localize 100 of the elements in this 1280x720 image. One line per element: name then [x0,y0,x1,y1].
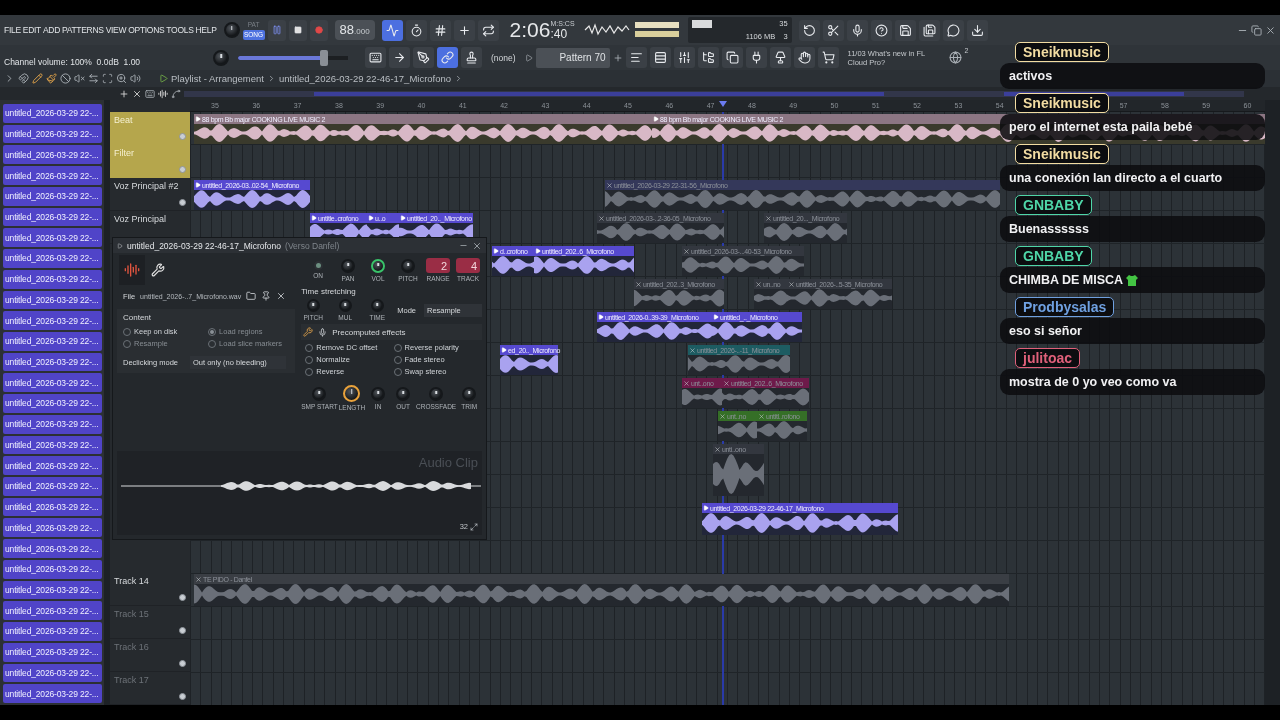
pencil-icon[interactable] [32,73,43,84]
toolbar-button[interactable] [625,47,647,68]
toolbar-button[interactable] [649,47,671,68]
picker-item[interactable]: untitled_2026-03-29 22-... [3,497,102,517]
picker-item[interactable]: untitled_2026-03-29 22-... [3,435,102,455]
knob[interactable] [371,258,385,273]
breadcrumb-item[interactable]: untitled_2026-03-29 22-46-17_Microfono [278,73,452,84]
picker-item[interactable]: untitled_2026-03-29 22-... [3,145,102,165]
picker-item[interactable]: untitled_2026-03-29 22-... [3,331,102,351]
toolbar-button[interactable] [389,47,410,68]
toolbar-button[interactable] [721,47,743,68]
scrollbar[interactable] [1265,100,1280,705]
menu-item[interactable]: ADD [42,25,60,35]
mute-switch[interactable] [179,198,186,206]
picker-item[interactable]: untitled_2026-03-29 22-... [3,518,102,538]
toolbar-button[interactable] [461,47,482,68]
knob[interactable] [338,299,352,312]
picker-item[interactable]: untitled_2026-03-29 22-... [3,642,102,662]
slider-thumb[interactable] [320,49,329,66]
toolbar-button[interactable] [966,19,988,41]
picker-item[interactable]: untitled_2026-03-29 22-... [3,186,102,206]
picker-item[interactable]: untitled_2026-03-29 22-... [3,104,102,123]
toolbar-button[interactable] [817,47,839,68]
mute-switch[interactable] [179,165,186,173]
picker-item[interactable]: untitled_2026-03-29 22-... [3,124,102,144]
menu-item[interactable]: HELP [195,25,217,35]
menu-item[interactable]: EDIT [22,25,41,35]
menu-item[interactable]: VIEW [105,25,127,35]
knob[interactable] [401,258,415,273]
knob[interactable] [371,386,386,401]
restore-icon[interactable] [1251,24,1262,36]
knob[interactable] [396,386,411,401]
toolbar-button[interactable] [453,19,475,41]
picker-item[interactable]: untitled_2026-03-29 22-... [3,601,102,621]
pattern-selector[interactable]: Pattern 70 [535,47,610,68]
play-icon[interactable] [117,242,123,249]
stop-button[interactable] [288,19,307,41]
mute-icon[interactable] [74,73,85,84]
toolbar-button[interactable] [745,47,767,68]
close-icon[interactable] [132,88,142,99]
picker-item[interactable]: untitled_2026-03-29 22-... [3,456,102,476]
picker-item[interactable]: untitled_2026-03-29 22-... [3,622,102,641]
toolbar-button[interactable] [846,19,868,41]
toolbar-button[interactable] [822,19,844,41]
toolbar-button[interactable] [365,47,386,68]
curve-icon[interactable] [171,88,181,99]
picker-item[interactable]: untitled_2026-03-29 22-... [3,373,102,393]
arrows-icon[interactable] [88,73,99,84]
scan-icon[interactable] [102,73,113,84]
knob[interactable] [341,258,355,273]
toolbar-button[interactable] [405,19,427,41]
keyboard-icon[interactable] [145,88,155,99]
target-dropdown[interactable]: (none) [485,47,522,68]
ban-icon[interactable] [60,73,71,84]
menu-item[interactable]: PATTERNS [62,25,104,35]
close-icon[interactable] [1265,24,1276,36]
picker-item[interactable]: untitled_2026-03-29 22-... [3,228,102,248]
folder-icon[interactable] [246,291,257,301]
knob[interactable] [343,385,361,402]
plugin-tab[interactable] [119,255,145,285]
plus-icon[interactable] [119,88,129,99]
picker-item[interactable]: untitled_2026-03-29 22-... [3,394,102,413]
mute-switch[interactable] [179,693,186,701]
value-display[interactable]: 2 [426,258,450,273]
mute-switch[interactable] [179,660,186,668]
close-icon[interactable] [472,240,482,251]
knob[interactable] [312,386,327,401]
picker-item[interactable]: untitled_2026-03-29 22-... [3,290,102,310]
picker-item[interactable]: untitled_2026-03-29 22-... [3,477,102,496]
fit-icon[interactable] [470,522,478,531]
toolbar-button[interactable] [894,19,916,41]
picker-item[interactable]: untitled_2026-03-29 22-... [3,352,102,372]
toolbar-button[interactable] [793,47,815,68]
picker-item[interactable]: untitled_2026-03-29 22-... [3,207,102,227]
knob[interactable] [429,386,444,401]
mute-switch[interactable] [179,627,186,635]
knob[interactable] [306,299,320,312]
picker-item[interactable]: untitled_2026-03-29 22-... [3,559,102,579]
pin-icon[interactable] [261,291,272,301]
value-display[interactable]: 4 [456,258,480,273]
picker-item[interactable]: untitled_2026-03-29 22-... [3,249,102,268]
knob[interactable] [370,299,384,312]
picker-item[interactable]: untitled_2026-03-29 22-... [3,269,102,289]
play-icon[interactable] [159,74,168,83]
mute-switch[interactable] [179,594,186,602]
menu-item[interactable]: FILE [4,25,21,35]
scrollbar[interactable] [104,100,110,705]
picker-item[interactable]: untitled_2026-03-29 22-... [3,311,102,330]
play-icon[interactable] [524,53,533,62]
tempo-display[interactable]: 88.000 [334,20,375,40]
waveform-icon[interactable] [158,88,168,99]
toolbar-button[interactable] [437,47,458,68]
mute-switch[interactable] [179,133,186,140]
picker-item[interactable]: untitled_2026-03-29 22-... [3,414,102,434]
toolbar-button[interactable] [942,19,964,41]
picker-item[interactable]: untitled_2026-03-29 22-... [3,539,102,558]
led[interactable] [313,261,323,270]
magnet-icon[interactable] [18,73,29,84]
toolbar-button[interactable] [697,47,719,68]
microphone-icon[interactable] [318,327,328,337]
